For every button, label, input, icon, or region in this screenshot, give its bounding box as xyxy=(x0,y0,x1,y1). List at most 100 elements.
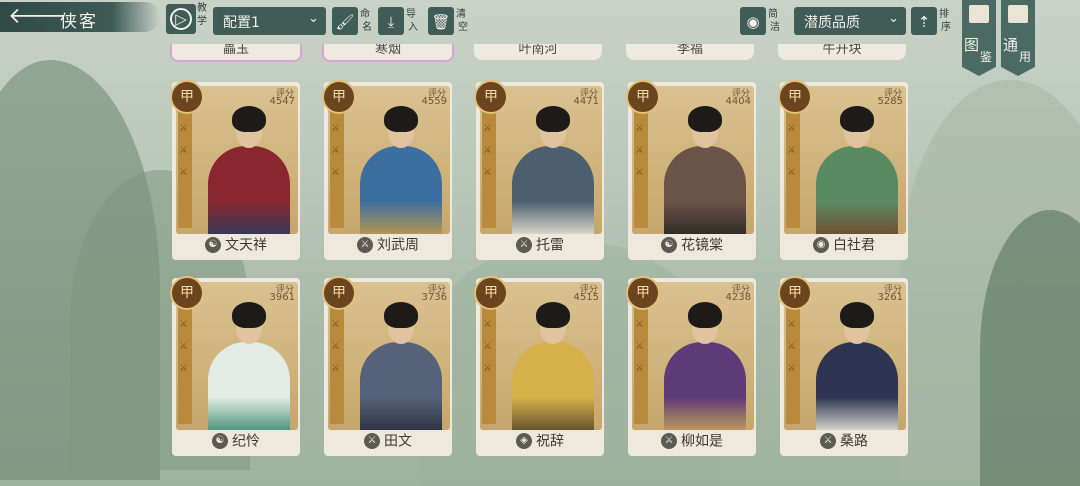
hero-card[interactable]: 甲 评分 3736 ⚔田文 xyxy=(322,276,452,456)
score-value: 3736 xyxy=(421,292,447,303)
rename-button[interactable]: 🖌 xyxy=(332,7,358,35)
name-plate: ⚔ 托雷 xyxy=(476,234,604,260)
score-value: 4471 xyxy=(573,96,599,107)
name-plate: ⚔ 柳如是 xyxy=(628,430,756,456)
card-ribbon xyxy=(178,104,192,228)
hero-card[interactable]: 甲 评分 5285 ◉白社君 xyxy=(778,80,908,260)
hero-portrait xyxy=(196,100,298,234)
grade-badge: 甲 xyxy=(626,80,660,114)
chevron-down-icon: ⌄ xyxy=(888,11,899,26)
hero-hair xyxy=(536,106,570,132)
import-label-1: 导 xyxy=(406,9,416,20)
card-ribbon xyxy=(634,300,648,424)
grade-badge: 甲 xyxy=(322,80,356,114)
hero-robe xyxy=(664,146,746,234)
grade-badge: 甲 xyxy=(474,80,508,114)
hero-name: 李福 xyxy=(676,44,703,57)
atlas-tab[interactable]: 图 鉴 xyxy=(962,0,996,76)
hero-card[interactable]: 甲 评分 4238 ⚔柳如是 xyxy=(626,276,756,456)
hero-name: 牛开块 xyxy=(822,44,862,57)
quality-select[interactable]: 潜质品质 ⌄ xyxy=(794,7,906,35)
list-item-partial[interactable]: 畾玉 xyxy=(170,44,302,62)
hero-hair xyxy=(688,302,722,328)
hero-card[interactable]: 甲 评分 3261 ⚔桑路 xyxy=(778,276,908,456)
hero-card[interactable]: 甲 评分 4515 ◈祝辞 xyxy=(474,276,604,456)
config-select[interactable]: 配置1 ⌄ xyxy=(213,7,326,35)
general-tab[interactable]: 通 用 xyxy=(1001,0,1035,76)
hero-card[interactable]: 甲 评分 3961 ☯纪怜 xyxy=(170,276,300,456)
page-title: 侠客 xyxy=(60,12,98,32)
grade-badge: 甲 xyxy=(626,276,660,310)
sort-icon: ⇡ xyxy=(917,13,931,31)
hero-card[interactable]: 甲 评分 4471 ⚔托雷 xyxy=(474,80,604,260)
hero-hair xyxy=(384,302,418,328)
concise-button[interactable]: ◉ xyxy=(740,7,766,35)
brush-icon: 🖌 xyxy=(335,13,355,31)
grade-badge: 甲 xyxy=(474,276,508,310)
hero-card[interactable]: 甲 评分 4404 ☯花镜棠 xyxy=(626,80,756,260)
card-ribbon xyxy=(178,300,192,424)
hero-portrait xyxy=(804,296,906,430)
general-tab-label-2: 用 xyxy=(1019,50,1032,64)
eye-icon: ◉ xyxy=(746,13,760,31)
school-icon: ☯ xyxy=(205,236,221,253)
hero-hair xyxy=(840,106,874,132)
hero-portrait xyxy=(500,296,602,430)
grade-badge: 甲 xyxy=(778,276,812,310)
sort-label-2: 序 xyxy=(941,22,951,33)
hero-robe xyxy=(664,342,746,430)
top-bar: 🡐 侠客 ▷ 教 学 配置1 ⌄ 🖌 命 名 ⤓ 导 入 🗑 清 空 ◉ 简 洁… xyxy=(0,0,1080,76)
import-button[interactable]: ⤓ xyxy=(378,7,404,35)
school-icon: ◉ xyxy=(813,236,829,253)
name-plate: ☯ 纪怜 xyxy=(172,430,300,456)
card-ribbon xyxy=(330,300,344,424)
hero-name: 田文 xyxy=(384,433,412,450)
clear-button[interactable]: 🗑 xyxy=(428,7,454,35)
hero-name: 纪怜 xyxy=(232,433,260,450)
name-plate: ⚔ 刘武周 xyxy=(324,234,452,260)
card-ribbon xyxy=(786,104,800,228)
hero-portrait xyxy=(652,296,754,430)
hero-robe xyxy=(816,342,898,430)
hero-name: 祝辞 xyxy=(536,433,564,450)
hero-portrait xyxy=(348,100,450,234)
hero-card[interactable]: 甲 评分 4559 ⚔刘武周 xyxy=(322,80,452,260)
name-plate: ⚔ 桑路 xyxy=(780,430,908,456)
score-value: 5285 xyxy=(877,96,903,107)
grade-badge: 甲 xyxy=(778,80,812,114)
score-value: 4515 xyxy=(573,292,599,303)
list-item-partial[interactable]: 牛开块 xyxy=(778,44,906,60)
concise-label-2: 洁 xyxy=(770,22,780,33)
rename-label-1: 命 xyxy=(360,9,370,20)
atlas-tab-label-2: 鉴 xyxy=(980,50,993,64)
teach-label-2: 学 xyxy=(197,16,207,27)
school-icon: ⚔ xyxy=(661,432,677,449)
school-icon: ◈ xyxy=(516,432,532,449)
hero-name: 叶南河 xyxy=(518,44,558,57)
list-item-partial[interactable]: 寒烟 xyxy=(322,44,454,62)
name-plate: ☯ 花镜棠 xyxy=(628,234,756,260)
list-item-partial[interactable]: 叶南河 xyxy=(474,44,602,60)
hero-name: 白社君 xyxy=(833,237,875,254)
book-icon xyxy=(1008,5,1028,23)
score-value: 4547 xyxy=(269,96,295,107)
back-button[interactable]: 🡐 侠客 xyxy=(0,2,160,32)
book-icon xyxy=(969,5,989,23)
hero-name: 花镜棠 xyxy=(681,237,723,254)
list-item-partial[interactable]: 李福 xyxy=(626,44,754,60)
name-plate: ◈ 祝辞 xyxy=(476,430,604,456)
import-label-2: 入 xyxy=(408,22,418,33)
card-ribbon xyxy=(786,300,800,424)
school-icon: ☯ xyxy=(661,236,677,253)
concise-label-1: 简 xyxy=(768,9,778,20)
grade-badge: 甲 xyxy=(170,276,204,310)
hero-hair xyxy=(232,106,266,132)
teach-button[interactable]: ▷ xyxy=(166,4,196,34)
trash-icon: 🗑 xyxy=(431,13,451,31)
sort-button[interactable]: ⇡ xyxy=(911,7,937,35)
play-icon: ▷ xyxy=(170,8,192,30)
hero-name: 刘武周 xyxy=(377,237,419,254)
hero-robe xyxy=(360,342,442,430)
hero-hair xyxy=(688,106,722,132)
hero-card[interactable]: 甲 评分 4547 ☯文天祥 xyxy=(170,80,300,260)
